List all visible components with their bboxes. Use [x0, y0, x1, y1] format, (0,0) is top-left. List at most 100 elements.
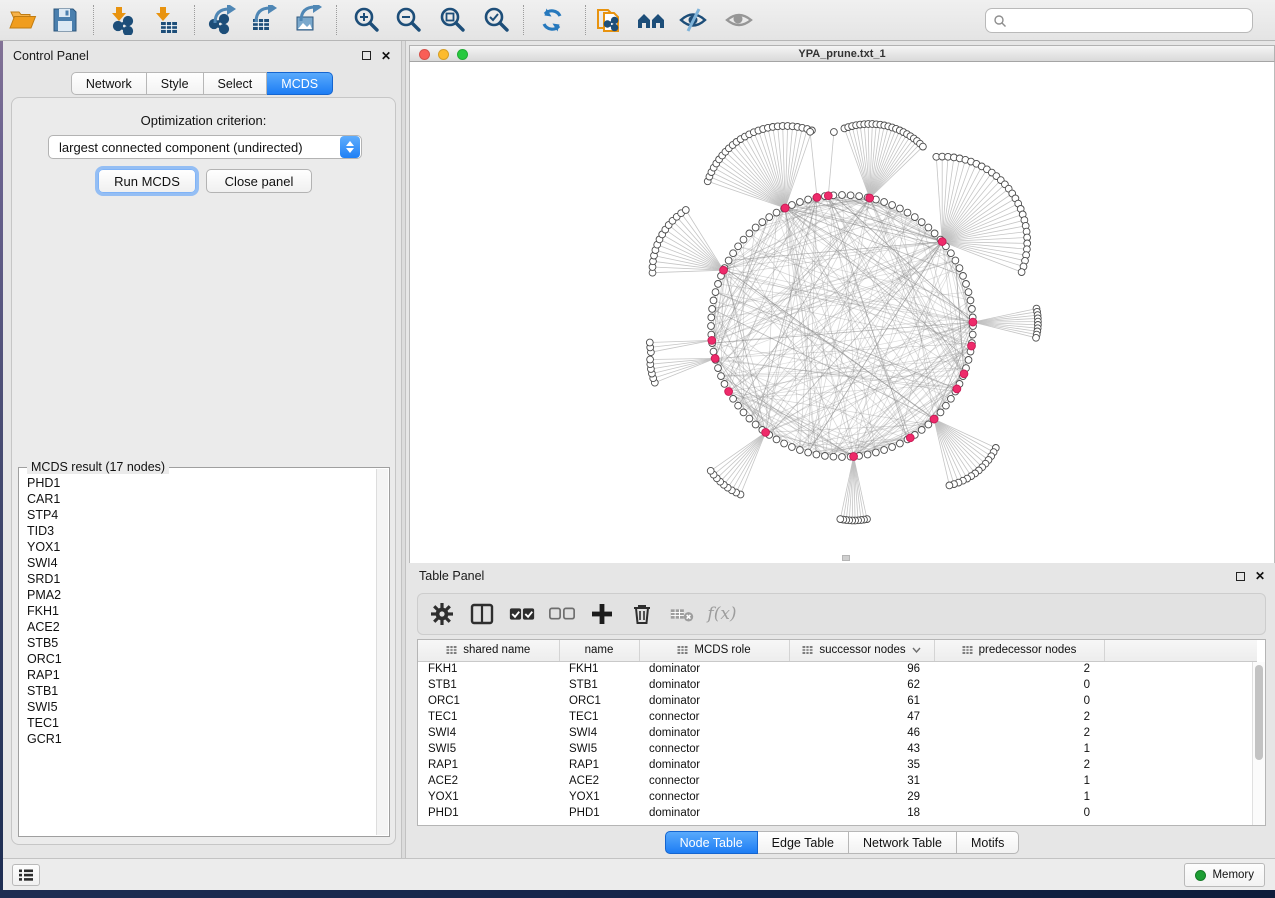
zoom-fit-icon[interactable]	[434, 3, 470, 37]
export-network-icon[interactable]	[205, 3, 241, 37]
function-builder-icon: f(x)	[708, 600, 736, 628]
delete-column-icon[interactable]	[628, 600, 656, 628]
mcds-result-item[interactable]: CAR1	[27, 491, 376, 507]
mcds-result-item[interactable]: PHD1	[27, 475, 376, 491]
mcds-result-item[interactable]: STB1	[27, 683, 376, 699]
tab-motifs[interactable]: Motifs	[957, 831, 1019, 854]
close-table-panel-icon[interactable]: ✕	[1255, 570, 1265, 582]
mcds-result-item[interactable]: SWI4	[27, 555, 376, 571]
mcds-result-item[interactable]: YOX1	[27, 539, 376, 555]
mcds-result-item[interactable]: FKH1	[27, 603, 376, 619]
status-bar: Memory	[3, 858, 1275, 890]
table-row[interactable]: ACE2ACE2connector311	[418, 773, 1257, 789]
table-scrollbar[interactable]	[1252, 662, 1265, 825]
add-column-icon[interactable]	[588, 600, 616, 628]
hide-selected-icon[interactable]	[675, 3, 711, 37]
mcds-result-item[interactable]: SWI5	[27, 699, 376, 715]
table-row[interactable]: PHD1PHD1dominator180	[418, 805, 1257, 821]
export-table-icon[interactable]	[246, 3, 282, 37]
table-row[interactable]: YOX1YOX1connector291	[418, 789, 1257, 805]
optimization-criterion-select[interactable]: largest connected component (undirected)	[48, 135, 362, 159]
mcds-result-item[interactable]: ORC1	[27, 651, 376, 667]
table-row[interactable]: SWI5SWI5connector431	[418, 741, 1257, 757]
node-table[interactable]: shared namenameMCDS rolesuccessor nodesp…	[417, 639, 1266, 826]
toolbar-separator	[523, 5, 524, 35]
mcds-result-group: MCDS result (17 nodes) PHD1CAR1STP4TID3Y…	[18, 467, 390, 837]
zoom-out-icon[interactable]	[390, 3, 426, 37]
table-row[interactable]: ORC1ORC1dominator610	[418, 693, 1257, 709]
panel-list-button[interactable]	[12, 864, 40, 886]
column-header-name[interactable]: name	[559, 640, 639, 661]
search-input[interactable]	[1007, 14, 1252, 28]
export-image-icon[interactable]	[290, 3, 326, 37]
table-row[interactable]: RAP1RAP1dominator352	[418, 757, 1257, 773]
save-session-icon[interactable]	[47, 3, 83, 37]
mcds-result-item[interactable]: RAP1	[27, 667, 376, 683]
run-mcds-button[interactable]: Run MCDS	[98, 169, 196, 193]
mcds-result-item[interactable]: TEC1	[27, 715, 376, 731]
split-view-icon[interactable]	[468, 600, 496, 628]
tab-style[interactable]: Style	[147, 72, 204, 95]
mcds-list-scrollbar[interactable]	[376, 469, 388, 835]
open-file-icon[interactable]	[5, 3, 41, 37]
mcds-result-item[interactable]: TID3	[27, 523, 376, 539]
table-row[interactable]: SWI4SWI4dominator462	[418, 725, 1257, 741]
select-all-columns-icon[interactable]	[508, 600, 536, 628]
table-row[interactable]: FKH1FKH1dominator962	[418, 661, 1257, 677]
search-box[interactable]	[985, 8, 1253, 33]
table-row[interactable]: STB1STB1dominator620	[418, 677, 1257, 693]
import-table-icon[interactable]	[150, 3, 186, 37]
column-header-MCDS-role[interactable]: MCDS role	[639, 640, 789, 661]
toolbar-separator	[93, 5, 94, 35]
zoom-window-icon[interactable]	[457, 49, 468, 60]
mcds-result-list[interactable]: PHD1CAR1STP4TID3YOX1SWI4SRD1PMA2FKH1ACE2…	[20, 469, 376, 835]
tab-edge-table[interactable]: Edge Table	[758, 831, 849, 854]
float-panel-icon[interactable]	[362, 51, 371, 60]
main-toolbar	[0, 0, 1275, 41]
first-neighbors-icon[interactable]	[633, 3, 669, 37]
close-panel-icon[interactable]: ✕	[381, 50, 391, 62]
app-window: Control Panel ✕ NetworkStyleSelectMCDS O…	[3, 41, 1275, 890]
column-header-shared-name[interactable]: shared name	[418, 640, 559, 661]
memory-status-icon	[1195, 870, 1206, 881]
tab-network[interactable]: Network	[71, 72, 147, 95]
network-graph[interactable]	[410, 62, 1275, 563]
network-canvas[interactable]	[409, 62, 1275, 563]
toolbar-separator	[194, 5, 195, 35]
settings-icon[interactable]	[428, 600, 456, 628]
tab-node-table[interactable]: Node Table	[665, 831, 758, 854]
import-network-icon[interactable]	[106, 3, 142, 37]
control-panel-header: Control Panel ✕	[3, 41, 401, 70]
minimize-window-icon[interactable]	[438, 49, 449, 60]
list-icon	[18, 868, 34, 882]
column-header-predecessor-nodes[interactable]: predecessor nodes	[934, 640, 1104, 661]
mcds-result-item[interactable]: GCR1	[27, 731, 376, 747]
toolbar-separator	[585, 5, 586, 35]
control-panel-title: Control Panel	[13, 49, 89, 63]
close-window-icon[interactable]	[419, 49, 430, 60]
network-window-titlebar[interactable]: YPA_prune.txt_1	[409, 45, 1275, 62]
tab-mcds[interactable]: MCDS	[267, 72, 333, 95]
toolbar-separator	[336, 5, 337, 35]
refresh-icon[interactable]	[534, 3, 570, 37]
memory-button[interactable]: Memory	[1184, 863, 1265, 887]
float-table-panel-icon[interactable]	[1236, 572, 1245, 581]
new-network-from-selection-icon[interactable]	[591, 3, 627, 37]
network-and-table-area: YPA_prune.txt_1 Table Panel ✕ f(x) share…	[406, 41, 1275, 858]
zoom-in-icon[interactable]	[348, 3, 384, 37]
splitter-grip[interactable]	[842, 555, 850, 561]
mcds-result-item[interactable]: SRD1	[27, 571, 376, 587]
mcds-result-item[interactable]: PMA2	[27, 587, 376, 603]
tab-select[interactable]: Select	[204, 72, 268, 95]
deselect-all-columns-icon[interactable]	[548, 600, 576, 628]
column-header-successor-nodes[interactable]: successor nodes	[789, 640, 934, 661]
mcds-result-item[interactable]: STP4	[27, 507, 376, 523]
mcds-result-item[interactable]: ACE2	[27, 619, 376, 635]
close-panel-button[interactable]: Close panel	[206, 169, 312, 193]
tab-network-table[interactable]: Network Table	[849, 831, 957, 854]
zoom-selected-icon[interactable]	[478, 3, 514, 37]
table-panel: Table Panel ✕ f(x) shared namenameMCDS r…	[409, 563, 1275, 858]
mcds-result-item[interactable]: STB5	[27, 635, 376, 651]
memory-label: Memory	[1212, 869, 1254, 881]
table-row[interactable]: TEC1TEC1connector472	[418, 709, 1257, 725]
